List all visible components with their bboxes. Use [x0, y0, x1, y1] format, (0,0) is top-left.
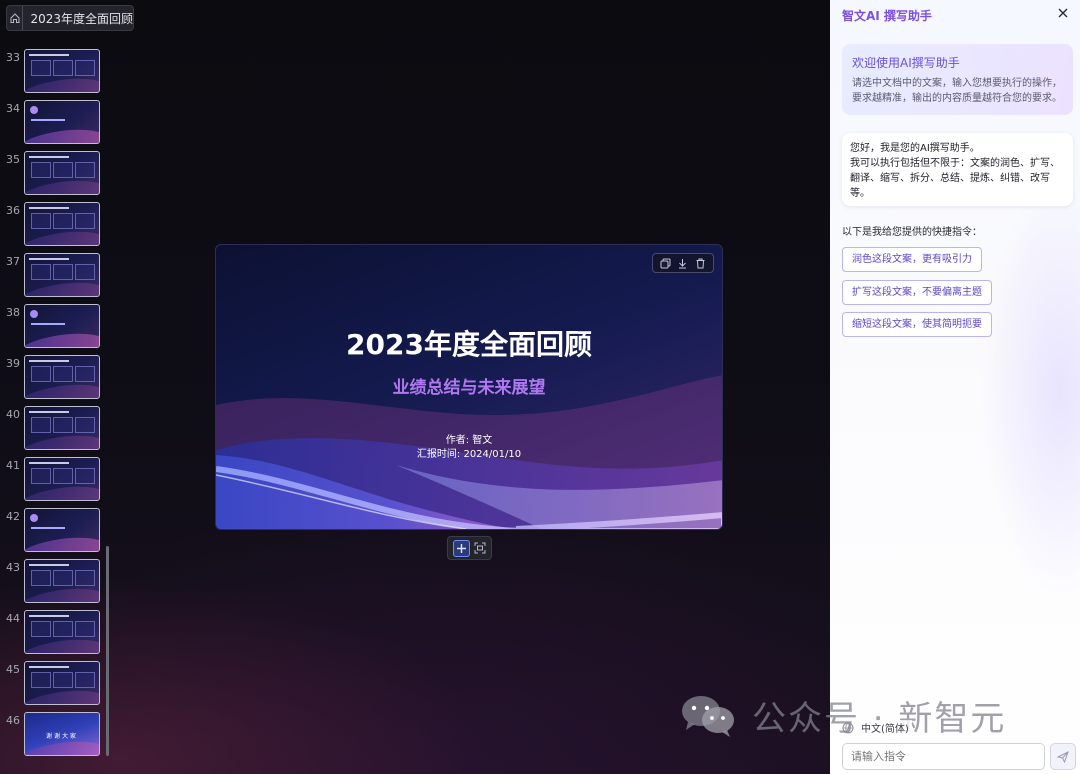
- language-label[interactable]: 中文(简体): [858, 720, 912, 735]
- slide-thumbnail-row[interactable]: 38: [4, 304, 104, 350]
- thumbnail-scrollbar[interactable]: [106, 546, 109, 756]
- slide-thumbnail[interactable]: [24, 661, 100, 705]
- slide-thumbnail-row[interactable]: 35: [4, 151, 104, 197]
- slide-number: 41: [6, 459, 20, 472]
- slide-thumbnail-row[interactable]: 45: [4, 661, 104, 707]
- slide-thumbnail[interactable]: [24, 610, 100, 654]
- intro-greeting: 您好，我是您的AI撰写助手。: [850, 143, 980, 154]
- copy-icon: [660, 258, 671, 268]
- slide-number: 44: [6, 612, 20, 625]
- slide-thumbnail-row[interactable]: 46 谢谢大家: [4, 712, 104, 758]
- slide-thumbnail-row[interactable]: 39: [4, 355, 104, 401]
- slide-thumbnail[interactable]: [24, 559, 100, 603]
- slide-editor: 2023年度全面回顾 33 34 35 36 37 38 39 40 41 42 43 44 45 46 谢…: [0, 0, 830, 774]
- close-icon: [1058, 8, 1068, 18]
- slide-thumbnail[interactable]: 谢谢大家: [24, 712, 100, 756]
- close-panel-button[interactable]: [1056, 6, 1070, 20]
- slide-thumbnail-row[interactable]: 34: [4, 100, 104, 146]
- slide-title[interactable]: 2023年度全面回顾: [216, 323, 722, 363]
- slide-thumbnail-strip[interactable]: 33 34 35 36 37 38 39 40 41 42 43 44 45 46 谢谢大家: [4, 46, 110, 760]
- end-slide-text: 谢谢大家: [45, 733, 78, 740]
- slide-number: 35: [6, 153, 20, 166]
- slide-thumbnail[interactable]: [24, 304, 100, 348]
- ai-assistant-panel: 智文AI 撰写助手 欢迎使用AI撰写助手 请选中文档中的文案，输入您想要执行的操…: [830, 0, 1080, 774]
- slide-thumbnail[interactable]: [24, 100, 100, 144]
- slide-number: 45: [6, 663, 20, 676]
- slide-thumbnail[interactable]: [24, 151, 100, 195]
- slide-number: 38: [6, 306, 20, 319]
- top-bar: 2023年度全面回顾: [6, 5, 134, 31]
- assistant-title: 智文AI 撰写助手: [842, 9, 932, 23]
- quick-command-polish[interactable]: 润色这段文案，更有吸引力: [842, 247, 982, 272]
- home-button[interactable]: [7, 6, 24, 30]
- home-icon: [10, 13, 20, 23]
- slide-thumbnail[interactable]: [24, 508, 100, 552]
- welcome-title: 欢迎使用AI撰写助手: [852, 56, 960, 70]
- quick-commands-title: 以下是我给您提供的快捷指令：: [842, 227, 982, 238]
- slide-thumbnail[interactable]: [24, 49, 100, 93]
- slide-thumbnail[interactable]: [24, 202, 100, 246]
- slide-thumbnail[interactable]: [24, 457, 100, 501]
- slide-number: 33: [6, 51, 20, 64]
- welcome-description: 请选中文档中的文案，输入您想要执行的操作，要求越精准，输出的内容质量越符合您的要…: [852, 78, 1062, 104]
- slide-thumbnail-row[interactable]: 44: [4, 610, 104, 656]
- slide-number: 37: [6, 255, 20, 268]
- copy-slide-button[interactable]: [659, 256, 673, 270]
- globe-icon: [842, 722, 854, 733]
- slide-number: 36: [6, 204, 20, 217]
- slide-action-bar: [447, 536, 492, 560]
- quick-command-shorten[interactable]: 缩短这段文案，使其简明扼要: [842, 312, 992, 337]
- slide-author[interactable]: 作者: 智文: [216, 431, 722, 446]
- slide-report-date[interactable]: 汇报时间: 2024/01/10: [216, 445, 722, 460]
- instruction-input[interactable]: [842, 743, 1045, 770]
- slide-subtitle[interactable]: 业绩总结与未来展望: [216, 373, 722, 398]
- send-button[interactable]: [1050, 743, 1076, 770]
- slide-number: 42: [6, 510, 20, 523]
- quick-command-expand[interactable]: 扩写这段文案，不要偏离主题: [842, 280, 992, 305]
- delete-slide-button[interactable]: [693, 256, 707, 270]
- send-icon: [1057, 750, 1069, 763]
- slide-thumbnail-row[interactable]: 36: [4, 202, 104, 248]
- slide-number: 46: [6, 714, 20, 727]
- add-slide-button[interactable]: [452, 539, 470, 557]
- slide-thumbnail-row[interactable]: 41: [4, 457, 104, 503]
- language-selector[interactable]: 中文(简体): [842, 720, 912, 735]
- slide-thumbnail-row[interactable]: 37: [4, 253, 104, 299]
- fit-screen-icon: [474, 542, 485, 554]
- fit-screen-button[interactable]: [473, 541, 487, 555]
- slide-thumbnail-row[interactable]: 33: [4, 49, 104, 95]
- slide-toolbar: [652, 253, 714, 273]
- welcome-card: 欢迎使用AI撰写助手 请选中文档中的文案，输入您想要执行的操作，要求越精准，输出…: [842, 44, 1073, 115]
- slide-thumbnail-row[interactable]: 43: [4, 559, 104, 605]
- slide-number: 34: [6, 102, 20, 115]
- current-slide[interactable]: 2023年度全面回顾 业绩总结与未来展望 作者: 智文 汇报时间: 2024/0…: [215, 244, 723, 530]
- slide-thumbnail[interactable]: [24, 406, 100, 450]
- slide-thumbnail-row[interactable]: 42: [4, 508, 104, 554]
- download-slide-button[interactable]: [676, 256, 690, 270]
- slide-number: 40: [6, 408, 20, 421]
- add-slide-icon: [456, 543, 466, 553]
- slide-thumbnail[interactable]: [24, 253, 100, 297]
- intro-capabilities: 我可以执行包括但不限于：文案的润色、扩写、翻译、缩写、拆分、总结、提炼、纠错、改…: [850, 158, 1060, 199]
- assistant-intro-message: 您好，我是您的AI撰写助手。 我可以执行包括但不限于：文案的润色、扩写、翻译、缩…: [842, 133, 1073, 206]
- slide-thumbnail-row[interactable]: 40: [4, 406, 104, 452]
- document-title[interactable]: 2023年度全面回顾: [23, 10, 133, 27]
- slide-thumbnail[interactable]: [24, 355, 100, 399]
- download-icon: [679, 258, 687, 268]
- slide-number: 43: [6, 561, 20, 574]
- slide-number: 39: [6, 357, 20, 370]
- delete-icon: [696, 258, 705, 268]
